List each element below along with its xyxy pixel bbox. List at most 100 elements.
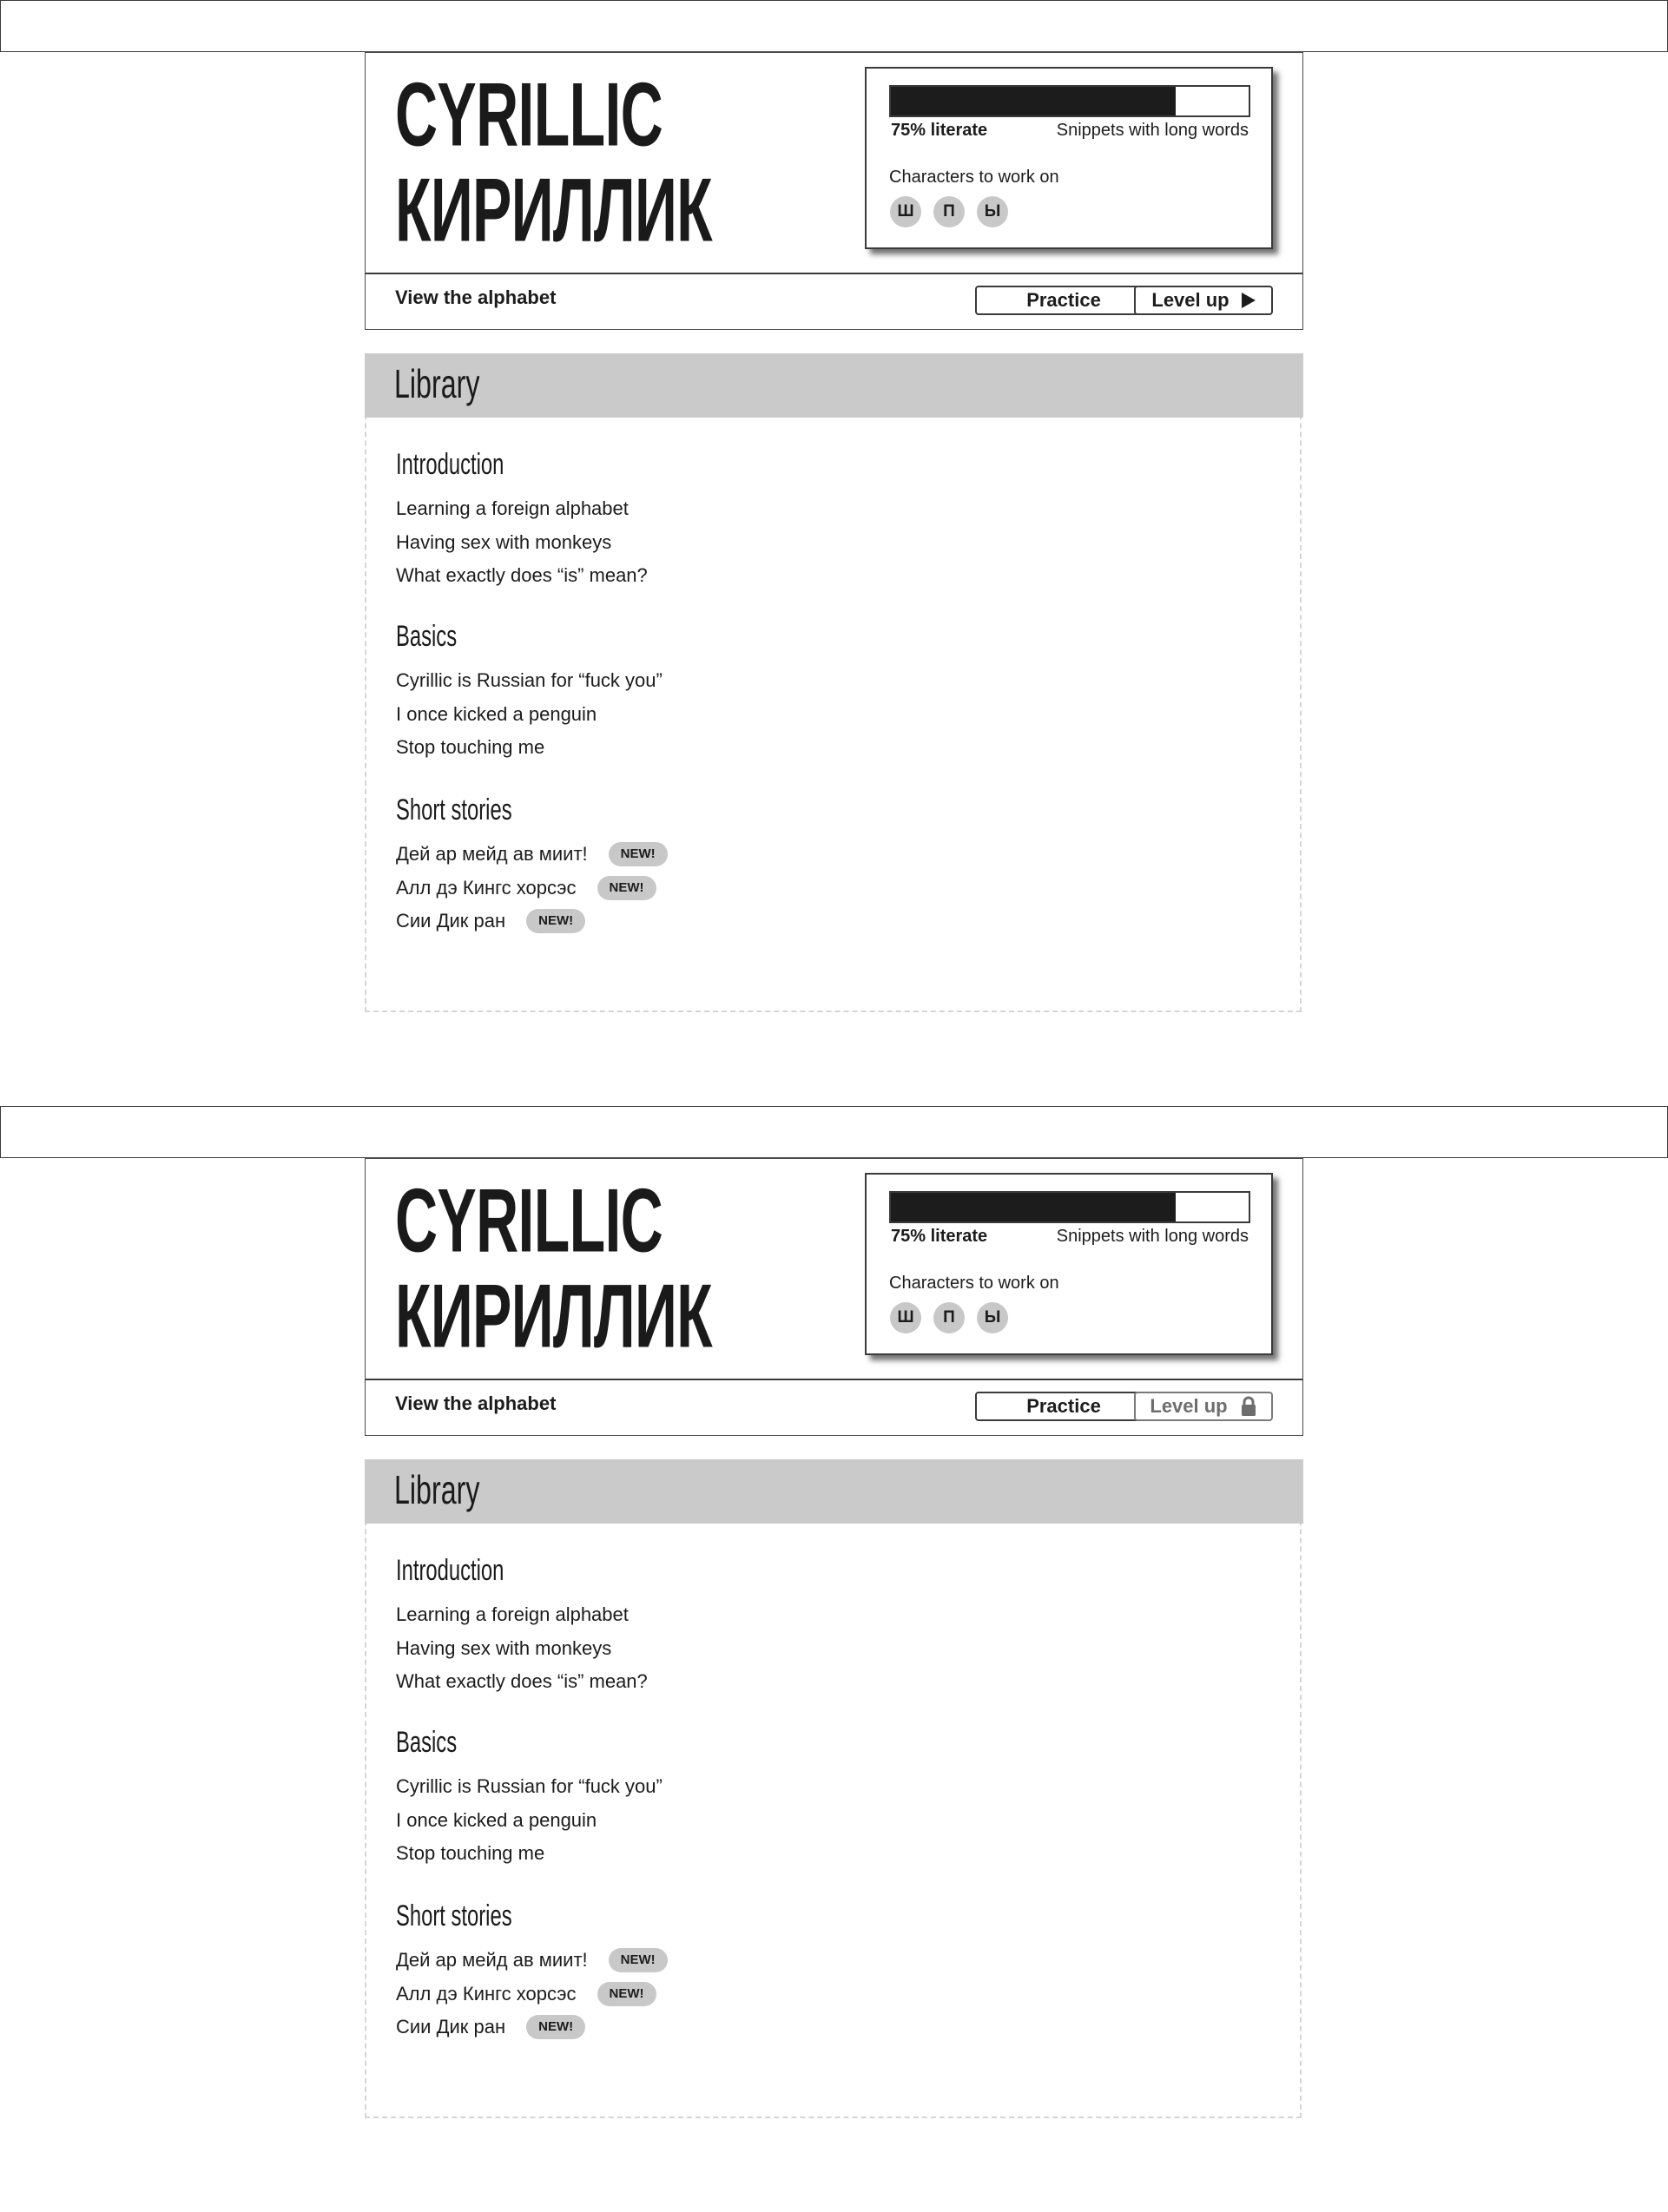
characters-to-work-on-label: Characters to work on [889, 1274, 1059, 1293]
character-chip[interactable]: П [933, 1302, 965, 1333]
library-item-label: Алл дэ Кингс хорсэс [396, 1982, 577, 2005]
character-chip[interactable]: П [933, 196, 965, 227]
new-badge: NEW! [597, 875, 656, 900]
library-item[interactable]: Stop touching me [396, 1837, 1004, 1871]
library-item[interactable]: I once kicked a penguin [396, 698, 1004, 732]
section-introduction: Introduction Learning a foreign alphabet… [396, 447, 1004, 593]
section-basics: Basics Cyrillic is Russian for “fuck you… [396, 1725, 1004, 1871]
new-badge: NEW! [608, 1948, 668, 1973]
library-item-label: Cyrillic is Russian for “fuck you” [396, 1775, 663, 1797]
section-heading: Basics [396, 620, 458, 653]
library-header: Library [365, 353, 1303, 418]
level-up-button-locked[interactable]: Level up [1134, 1392, 1273, 1421]
library-item-label: Сии Дик ран [396, 2016, 506, 2038]
characters-to-work-on-list: Ш П Ы [890, 196, 1008, 227]
library-item[interactable]: Сии Дик ран NEW! [396, 905, 1004, 938]
section-heading: Short stories [396, 793, 512, 826]
logo-line-cyrillic: КИРИЛЛИК [395, 159, 713, 261]
library-item[interactable]: Cyrillic is Russian for “fuck you” [396, 1770, 1004, 1804]
library-item[interactable]: Stop touching me [396, 731, 1004, 765]
logo-line-latin: CYRILLIC [395, 63, 663, 166]
characters-to-work-on-list: Ш П Ы [890, 1302, 1008, 1333]
section-introduction: Introduction Learning a foreign alphabet… [396, 1553, 1004, 1699]
library-item[interactable]: Алл дэ Кингс хорсэс NEW! [396, 1978, 1004, 2011]
literacy-percent-label: 75% literate [891, 1227, 988, 1246]
library-header: Library [365, 1459, 1303, 1524]
new-badge: NEW! [597, 1981, 656, 2006]
section-heading: Introduction [396, 1554, 504, 1587]
logo-line-cyrillic: КИРИЛЛИК [395, 1265, 713, 1367]
character-chip[interactable]: Ш [890, 1302, 921, 1333]
level-up-button-label: Level up [1151, 289, 1230, 311]
view-alphabet-link[interactable]: View the alphabet [395, 1392, 556, 1415]
section-short-stories: Short stories Дей ар мейд ав миит! NEW! А… [396, 1899, 1004, 2044]
library-item-label: What exactly does “is” mean? [396, 564, 648, 586]
new-badge: NEW! [608, 842, 668, 867]
snippets-label: Snippets with long words [1056, 1227, 1249, 1246]
character-chip[interactable]: Ш [890, 196, 921, 227]
library-item-label: I once kicked a penguin [396, 702, 597, 725]
library-item[interactable]: Learning a foreign alphabet [396, 492, 1004, 526]
literacy-progress-fill [891, 87, 1176, 115]
logo: CYRILLIC КИРИЛЛИК [395, 63, 768, 261]
header-panel: CYRILLIC КИРИЛЛИК 75% literate Snippets … [365, 51, 1303, 330]
logo: CYRILLIC КИРИЛЛИК [395, 1169, 768, 1367]
practice-button[interactable]: Practice [975, 1392, 1152, 1421]
section-heading: Introduction [396, 448, 504, 481]
level-up-button[interactable]: Level up [1134, 286, 1273, 315]
library-title: Library [394, 361, 480, 406]
literacy-progress-bar [889, 1191, 1250, 1223]
screen-locked: CYRILLIC КИРИЛЛИК 75% literate Snippets … [0, 1106, 1668, 2212]
library-panel: Library Introduction Learning a foreign … [365, 353, 1303, 1012]
library-title: Library [394, 1467, 480, 1512]
new-badge: NEW! [526, 2015, 586, 2040]
library-item[interactable]: Дей ар мейд ав миит! NEW! [396, 1944, 1004, 1978]
new-badge: NEW! [526, 909, 586, 934]
practice-button-label: Practice [1026, 1395, 1101, 1417]
literacy-percent-label: 75% literate [891, 121, 988, 140]
library-item-label: Алл дэ Кингс хорсэс [396, 876, 577, 899]
library-item[interactable]: What exactly does “is” mean? [396, 559, 1004, 593]
library-item-label: Дей ар мейд ав миит! [396, 843, 588, 865]
library-item[interactable]: Алл дэ Кингс хорсэс NEW! [396, 872, 1004, 905]
library-panel: Library Introduction Learning a foreign … [365, 1459, 1303, 2118]
library-item-label: Having sex with monkeys [396, 1636, 612, 1659]
progress-card: 75% literate Snippets with long words Ch… [865, 1173, 1273, 1355]
header-panel: CYRILLIC КИРИЛЛИК 75% literate Snippets … [365, 1157, 1303, 1436]
logo-line-latin: CYRILLIC [395, 1169, 663, 1272]
library-item-label: Cyrillic is Russian for “fuck you” [396, 669, 663, 691]
practice-button-label: Practice [1026, 289, 1101, 311]
library-item-label: Stop touching me [396, 1842, 545, 1864]
library-item-label: Сии Дик ран [396, 910, 506, 932]
progress-card: 75% literate Snippets with long words Ch… [865, 67, 1273, 249]
character-chip[interactable]: Ы [977, 196, 1008, 227]
lock-icon [1241, 1396, 1256, 1416]
play-icon [1241, 293, 1256, 308]
header-divider [366, 273, 1302, 274]
snippets-label: Snippets with long words [1056, 121, 1249, 140]
library-item-label: Learning a foreign alphabet [396, 1603, 629, 1625]
top-bar [0, 1106, 1668, 1158]
library-item-label: I once kicked a penguin [396, 1808, 597, 1831]
literacy-progress-bar [889, 85, 1250, 117]
library-item[interactable]: I once kicked a penguin [396, 1804, 1004, 1838]
screen-unlocked: CYRILLIC КИРИЛЛИК 75% literate Snippets … [0, 0, 1668, 1106]
library-item[interactable]: Learning a foreign alphabet [396, 1598, 1004, 1632]
section-basics: Basics Cyrillic is Russian for “fuck you… [396, 619, 1004, 765]
library-item[interactable]: Cyrillic is Russian for “fuck you” [396, 664, 1004, 698]
section-short-stories: Short stories Дей ар мейд ав миит! NEW! А… [396, 793, 1004, 938]
library-item-label: Learning a foreign alphabet [396, 497, 629, 519]
library-item-label: Having sex with monkeys [396, 530, 612, 553]
library-item[interactable]: Having sex with monkeys [396, 526, 1004, 560]
library-item[interactable]: What exactly does “is” mean? [396, 1665, 1004, 1699]
library-item[interactable]: Сии Дик ран NEW! [396, 2011, 1004, 2044]
practice-button[interactable]: Practice [975, 286, 1152, 315]
library-item-label: Stop touching me [396, 736, 545, 758]
characters-to-work-on-label: Characters to work on [889, 168, 1059, 187]
view-alphabet-link[interactable]: View the alphabet [395, 286, 556, 309]
library-item[interactable]: Having sex with monkeys [396, 1632, 1004, 1666]
level-up-button-label: Level up [1150, 1395, 1228, 1417]
library-item[interactable]: Дей ар мейд ав миит! NEW! [396, 838, 1004, 872]
character-chip[interactable]: Ы [977, 1302, 1008, 1333]
literacy-progress-fill [891, 1193, 1176, 1221]
